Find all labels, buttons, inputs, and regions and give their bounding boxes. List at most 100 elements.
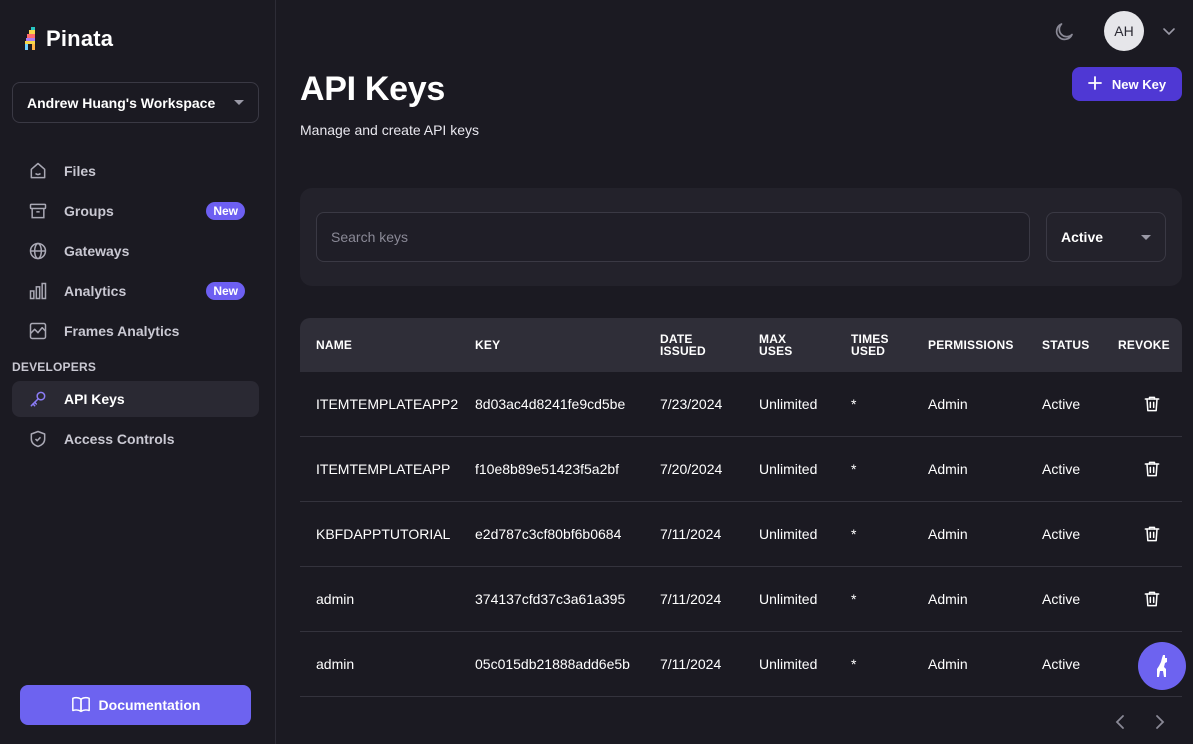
sidebar-item-label: Gateways bbox=[64, 243, 130, 259]
column-header-line: USES bbox=[759, 344, 793, 358]
key-value: e2d787c3cf80bf6b0684 bbox=[475, 526, 622, 542]
table-row: ITEMTEMPLATEAPP f10e8b89e51423f5a2bf 7/2… bbox=[300, 437, 1182, 502]
column-header-revoke: REVOKE bbox=[1118, 338, 1170, 352]
table-row: ITEMTEMPLATEAPP2 8d03ac4d8241fe9cd5be 7/… bbox=[300, 372, 1182, 437]
trash-icon[interactable] bbox=[1142, 394, 1162, 414]
times-used: * bbox=[851, 396, 857, 412]
revoke-cell bbox=[1102, 524, 1182, 544]
permissions: Admin bbox=[928, 656, 968, 672]
chevron-down-icon[interactable] bbox=[1162, 24, 1176, 38]
date-issued: 7/11/2024 bbox=[660, 526, 722, 542]
sidebar-item-label: API Keys bbox=[64, 391, 125, 407]
sidebar-item-access-controls[interactable]: Access Controls bbox=[12, 421, 259, 457]
sidebar-item-gateways[interactable]: Gateways bbox=[12, 233, 259, 269]
status: Active bbox=[1042, 526, 1081, 542]
trash-icon[interactable] bbox=[1142, 589, 1162, 609]
key-value: f10e8b89e51423f5a2bf bbox=[475, 461, 620, 477]
times-used: * bbox=[851, 526, 857, 542]
moon-icon[interactable] bbox=[1052, 20, 1076, 44]
workspace-name: Andrew Huang's Workspace bbox=[27, 94, 216, 111]
key-name: KBFDAPPTUTORIAL bbox=[316, 526, 451, 542]
permissions: Admin bbox=[928, 526, 968, 542]
new-key-button[interactable]: New Key bbox=[1072, 67, 1182, 101]
sidebar: Pinata Andrew Huang's Workspace Files Gr… bbox=[0, 0, 276, 744]
permissions: Admin bbox=[928, 461, 968, 477]
table-row: admin 374137cfd37c3a61a395 7/11/2024 Unl… bbox=[300, 567, 1182, 632]
permissions: Admin bbox=[928, 591, 968, 607]
api-keys-table: NAME KEY DATE ISSUED MAX USES TIMES USED… bbox=[300, 318, 1182, 697]
column-header-name[interactable]: NAME bbox=[300, 339, 459, 351]
new-badge: New bbox=[206, 282, 245, 300]
llama-icon bbox=[1157, 655, 1167, 677]
date-issued: 7/11/2024 bbox=[660, 656, 722, 672]
search-input[interactable] bbox=[316, 212, 1030, 262]
revoke-cell bbox=[1102, 459, 1182, 479]
sidebar-item-groups[interactable]: Groups New bbox=[12, 193, 259, 229]
sidebar-item-analytics[interactable]: Analytics New bbox=[12, 273, 259, 309]
sidebar-item-label: Files bbox=[64, 163, 96, 179]
table-header: NAME KEY DATE ISSUED MAX USES TIMES USED… bbox=[300, 318, 1182, 372]
column-header-key[interactable]: KEY bbox=[459, 339, 644, 351]
max-uses: Unlimited bbox=[759, 526, 818, 542]
key-value: 05c015db21888add6e5b bbox=[475, 656, 630, 672]
sidebar-item-frames-analytics[interactable]: Frames Analytics bbox=[12, 313, 259, 349]
date-issued: 7/20/2024 bbox=[660, 461, 723, 477]
column-header-max-uses[interactable]: MAX USES bbox=[743, 333, 835, 357]
status: Active bbox=[1042, 591, 1081, 607]
times-used: * bbox=[851, 591, 857, 607]
key-name: admin bbox=[316, 656, 355, 672]
sidebar-item-api-keys[interactable]: API Keys bbox=[12, 381, 259, 417]
plus-icon bbox=[1087, 75, 1102, 93]
page-title: API Keys bbox=[300, 70, 446, 108]
key-icon bbox=[28, 389, 48, 409]
trash-icon[interactable] bbox=[1142, 524, 1162, 544]
column-header-times-used[interactable]: TIMES USED bbox=[835, 333, 912, 357]
status: Active bbox=[1042, 656, 1081, 672]
workspace-selector[interactable]: Andrew Huang's Workspace bbox=[12, 82, 259, 123]
date-issued: 7/11/2024 bbox=[660, 591, 722, 607]
caret-down-icon bbox=[234, 100, 244, 105]
column-header-permissions[interactable]: PERMISSIONS bbox=[912, 339, 1026, 351]
revoke-cell bbox=[1102, 589, 1182, 609]
key-name: ITEMTEMPLATEAPP2 bbox=[316, 396, 459, 412]
chevron-left-icon[interactable] bbox=[1112, 713, 1128, 731]
new-key-label: New Key bbox=[1111, 76, 1167, 92]
table-row: admin 05c015db21888add6e5b 7/11/2024 Unl… bbox=[300, 632, 1182, 697]
column-header-line: ISSUED bbox=[660, 344, 706, 358]
sidebar-item-label: Access Controls bbox=[64, 431, 175, 447]
status: Active bbox=[1042, 461, 1081, 477]
page-subtitle: Manage and create API keys bbox=[300, 122, 479, 138]
documentation-button[interactable]: Documentation bbox=[20, 685, 251, 725]
book-icon bbox=[71, 695, 91, 716]
max-uses: Unlimited bbox=[759, 461, 818, 477]
pinata-logo[interactable]: Pinata bbox=[24, 26, 113, 52]
times-used: * bbox=[851, 461, 857, 477]
column-header-date-issued[interactable]: DATE ISSUED bbox=[644, 333, 743, 357]
column-header-status[interactable]: STATUS bbox=[1026, 339, 1102, 351]
documentation-label: Documentation bbox=[98, 697, 201, 713]
caret-down-icon bbox=[1141, 234, 1151, 240]
sidebar-item-files[interactable]: Files bbox=[12, 153, 259, 189]
home-icon bbox=[28, 161, 48, 181]
globe-icon bbox=[28, 241, 48, 261]
bar-chart-icon bbox=[28, 281, 48, 301]
chevron-right-icon[interactable] bbox=[1152, 713, 1168, 731]
new-badge: New bbox=[206, 202, 245, 220]
sidebar-nav: Files Groups New Gateways Analytics New bbox=[12, 153, 259, 461]
key-name: ITEMTEMPLATEAPP bbox=[316, 461, 451, 477]
table-row: KBFDAPPTUTORIAL e2d787c3cf80bf6b0684 7/1… bbox=[300, 502, 1182, 567]
times-used: * bbox=[851, 656, 857, 672]
app-name: Pinata bbox=[46, 26, 114, 51]
status: Active bbox=[1042, 396, 1081, 412]
max-uses: Unlimited bbox=[759, 396, 818, 412]
max-uses: Unlimited bbox=[759, 656, 818, 672]
filter-panel: Active bbox=[300, 188, 1182, 286]
avatar[interactable]: AH bbox=[1104, 11, 1144, 51]
max-uses: Unlimited bbox=[759, 591, 818, 607]
column-header-line: USED bbox=[851, 344, 886, 358]
revoke-cell bbox=[1102, 394, 1182, 414]
help-chat-button[interactable] bbox=[1138, 642, 1186, 690]
status-filter-value: Active bbox=[1061, 229, 1104, 245]
trash-icon[interactable] bbox=[1142, 459, 1162, 479]
status-filter-select[interactable]: Active bbox=[1046, 212, 1166, 262]
